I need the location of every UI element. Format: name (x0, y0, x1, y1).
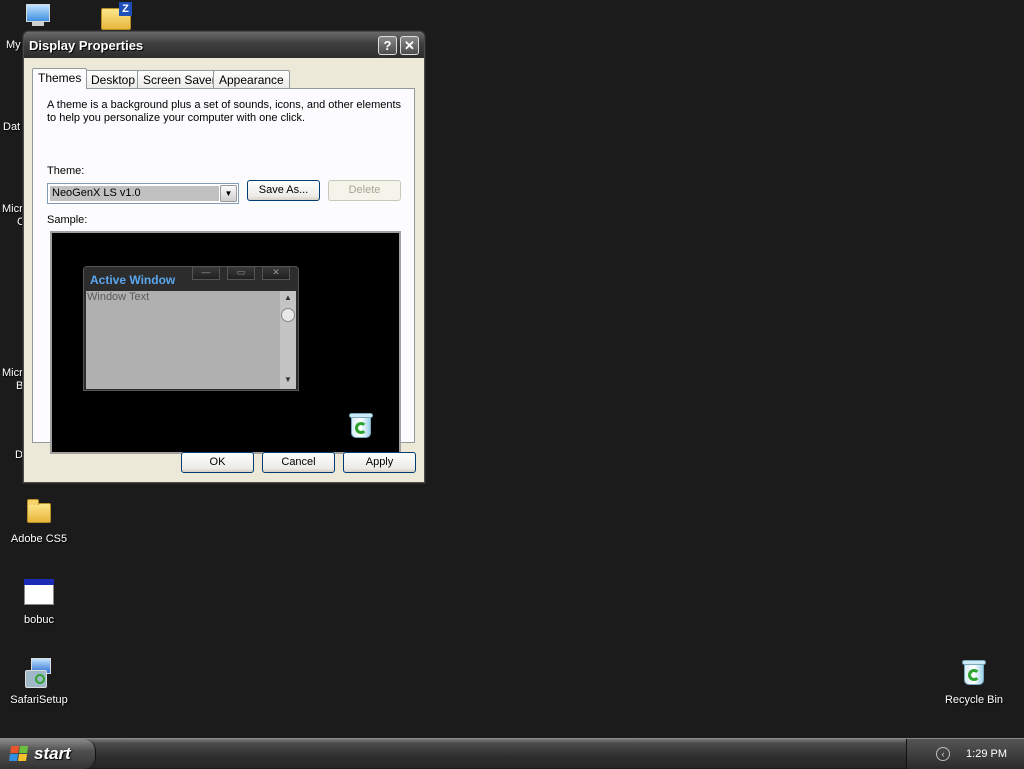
window-title: Display Properties (29, 38, 144, 53)
preview-scrollbar: ▲ ▼ (280, 291, 296, 389)
preview-close-icon: ✕ (262, 267, 290, 280)
window-titlebar[interactable]: Display Properties ? ✕ (24, 32, 424, 58)
desktop-label-d[interactable]: D (15, 449, 23, 461)
taskbar: start ‹ 1:29 PM (0, 738, 1024, 769)
theme-sample-preview: Active Window — ▭ ✕ Window Text ▲ ▼ (50, 231, 401, 454)
theme-label: Theme: (47, 165, 85, 177)
desktop-icon-recycle-bin[interactable]: Recycle Bin (936, 658, 1012, 707)
preview-active-window: Active Window — ▭ ✕ Window Text ▲ ▼ (83, 266, 299, 391)
scroll-up-icon: ▲ (284, 293, 292, 302)
sample-label: Sample: (47, 214, 88, 226)
my-computer-icon[interactable] (24, 2, 54, 28)
preview-window-title: Active Window (90, 273, 176, 287)
desktop-label-my[interactable]: My (6, 39, 21, 51)
tab-themes[interactable]: Themes (32, 68, 88, 89)
help-button[interactable]: ? (378, 36, 397, 55)
theme-select-value: NeoGenX LS v1.0 (50, 186, 219, 201)
clock[interactable]: 1:29 PM (966, 748, 1007, 760)
theme-select[interactable]: NeoGenX LS v1.0 ▼ (47, 183, 239, 204)
windows-flag-icon (9, 746, 29, 762)
scroll-down-icon: ▼ (284, 375, 292, 384)
preview-window-text: Window Text (87, 291, 150, 303)
show-hidden-icons-chevron-icon[interactable]: ‹ (936, 747, 950, 761)
zip-folder-icon[interactable]: Z (101, 2, 133, 30)
window-app-icon (23, 578, 55, 610)
desktop-icon-safarisetup[interactable]: SafariSetup (1, 658, 77, 707)
system-tray: ‹ 1:29 PM (906, 739, 1024, 769)
themes-panel: A theme is a background plus a set of so… (32, 88, 415, 454)
desktop-icon-adobe-cs5[interactable]: Adobe CS5 (1, 497, 77, 546)
tab-screen-saver[interactable]: Screen Saver (137, 70, 222, 88)
desktop-icon-label: Adobe CS5 (10, 533, 68, 545)
recycle-bin-icon (958, 658, 990, 690)
tab-desktop[interactable]: Desktop (85, 70, 142, 88)
installer-icon (23, 658, 55, 690)
start-label: start (34, 744, 71, 763)
preview-client-area: Window Text (86, 291, 280, 389)
preview-maximize-icon: ▭ (227, 267, 255, 280)
desktop-icon-label: bobuc (24, 614, 54, 626)
start-button[interactable]: start (0, 739, 96, 769)
desktop-label-dat[interactable]: Dat (3, 121, 20, 133)
folder-icon (23, 497, 55, 529)
preview-recycle-bin-icon (348, 411, 374, 439)
tab-appearance[interactable]: Appearance (213, 70, 290, 88)
apply-button[interactable]: Apply (343, 452, 416, 473)
ok-button[interactable]: OK (181, 452, 254, 473)
scroll-thumb (281, 308, 295, 322)
cancel-button[interactable]: Cancel (262, 452, 335, 473)
desktop-icon-label: Recycle Bin (944, 694, 1004, 706)
preview-minimize-icon: — (192, 267, 220, 280)
save-as-button[interactable]: Save As... (247, 180, 320, 201)
desktop-icon-label: SafariSetup (10, 694, 68, 706)
desktop-icon-bobuc[interactable]: bobuc (1, 578, 77, 627)
theme-description: A theme is a background plus a set of so… (47, 99, 402, 124)
window-body: Themes Desktop Screen Saver Appearance A… (24, 58, 424, 482)
delete-button: Delete (328, 180, 401, 201)
chevron-down-icon[interactable]: ▼ (220, 185, 237, 202)
close-button[interactable]: ✕ (400, 36, 419, 55)
display-properties-window: Display Properties ? ✕ Themes Desktop Sc… (23, 31, 425, 483)
